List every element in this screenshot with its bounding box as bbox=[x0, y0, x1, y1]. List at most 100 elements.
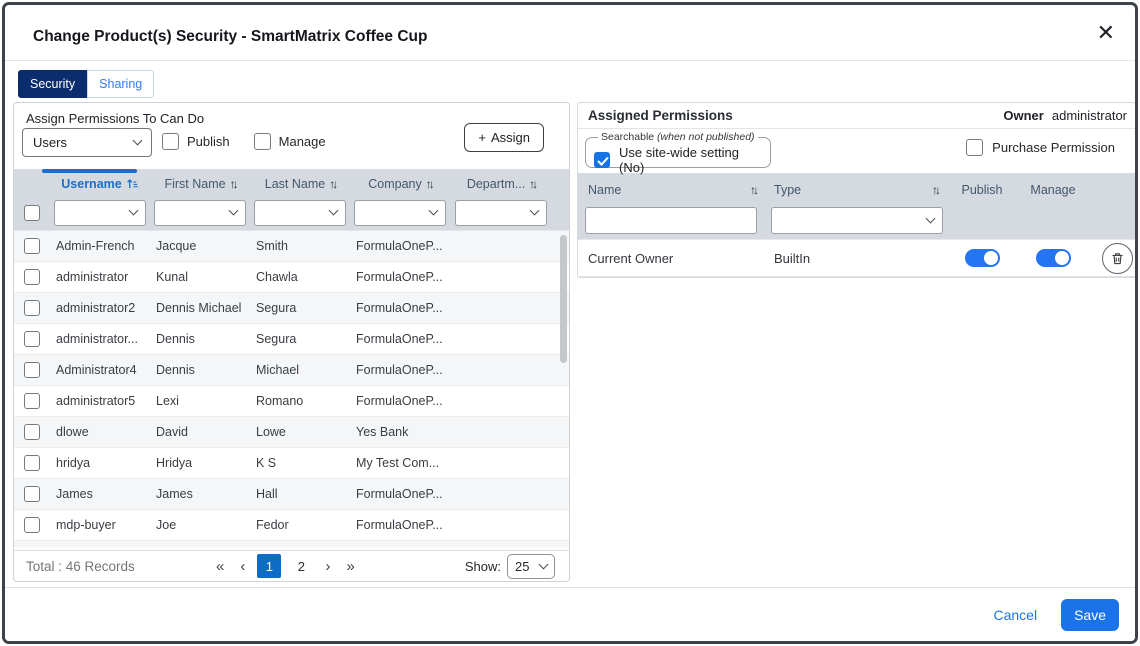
save-button[interactable]: Save bbox=[1061, 599, 1119, 631]
table-row[interactable]: Administrator4 Dennis Michael FormulaOne… bbox=[14, 355, 569, 386]
cell-company: Yes Bank bbox=[350, 425, 450, 439]
table-row[interactable]: dlowe David Lowe Yes Bank bbox=[14, 417, 569, 448]
cell-last-name: Hall bbox=[250, 487, 350, 501]
table-row[interactable]: mdp-buyer Joe Fedor FormulaOneP... bbox=[14, 510, 569, 541]
table-row[interactable]: hridya Hridya K S My Test Com... bbox=[14, 448, 569, 479]
assign-to-select[interactable]: Users bbox=[22, 128, 152, 157]
column-header-last-name[interactable]: Last Name ↑↓ bbox=[250, 177, 350, 191]
first-page-button[interactable]: « bbox=[212, 558, 228, 575]
publish-toggle[interactable] bbox=[965, 249, 1000, 267]
publish-checkbox-label: Publish bbox=[187, 134, 230, 149]
cell-first-name: David bbox=[150, 425, 250, 439]
cell-first-name: Jacque bbox=[150, 239, 250, 253]
row-checkbox[interactable] bbox=[24, 486, 40, 502]
cell-username: administrator5 bbox=[50, 394, 150, 408]
table-row[interactable]: administrator2 Dennis Michael Segura For… bbox=[14, 293, 569, 324]
page-1-button[interactable]: 1 bbox=[257, 554, 281, 578]
chevron-down-icon bbox=[429, 206, 439, 216]
page-size-select[interactable]: 25 bbox=[507, 554, 555, 579]
assign-button-label: Assign bbox=[491, 130, 530, 145]
chevron-down-icon bbox=[539, 559, 549, 569]
table-row-clipped[interactable]: 9967567892 N... bbox=[14, 541, 569, 547]
last-page-button[interactable]: » bbox=[342, 558, 358, 575]
permissions-grid-header: Name ↑↓ Type ↑↓ Publish Manage bbox=[578, 173, 1135, 207]
name-filter-input[interactable] bbox=[585, 207, 757, 234]
cell-first-name: Dennis bbox=[150, 332, 250, 346]
column-header-company[interactable]: Company ↑↓ bbox=[350, 177, 450, 191]
company-filter-select[interactable] bbox=[354, 200, 446, 226]
row-checkbox[interactable] bbox=[24, 455, 40, 471]
cell-last-name: Chawla bbox=[250, 270, 350, 284]
column-header-name[interactable]: Name ↑↓ bbox=[578, 183, 764, 197]
department-filter-select[interactable] bbox=[455, 200, 547, 226]
row-checkbox[interactable] bbox=[24, 269, 40, 285]
cell-company: FormulaOneP... bbox=[350, 270, 450, 284]
cell-first-name: Dennis Michael bbox=[150, 301, 250, 315]
column-header-username[interactable]: Username bbox=[50, 177, 150, 191]
searchable-legend: Searchable (when not published) bbox=[598, 131, 758, 143]
row-checkbox[interactable] bbox=[24, 424, 40, 440]
page-2-button[interactable]: 2 bbox=[289, 554, 313, 578]
tab-sharing[interactable]: Sharing bbox=[87, 70, 154, 98]
modal-header: Change Product(s) Security - SmartMatrix… bbox=[5, 5, 1135, 61]
table-row[interactable]: James James Hall FormulaOneP... bbox=[14, 479, 569, 510]
close-icon[interactable]: ✕ bbox=[1097, 21, 1115, 45]
manage-checkbox-label: Manage bbox=[279, 134, 326, 149]
column-header-first-name[interactable]: First Name ↑↓ bbox=[150, 177, 250, 191]
delete-permission-button[interactable] bbox=[1102, 243, 1133, 274]
table-row[interactable]: administrator5 Lexi Romano FormulaOneP..… bbox=[14, 386, 569, 417]
purchase-permission-checkbox[interactable] bbox=[966, 139, 983, 156]
manage-toggle[interactable] bbox=[1036, 249, 1071, 267]
publish-checkbox[interactable] bbox=[162, 133, 179, 150]
cell-username: hridya bbox=[50, 456, 150, 470]
select-all-checkbox[interactable] bbox=[24, 205, 40, 221]
row-checkbox[interactable] bbox=[24, 362, 40, 378]
type-filter-select[interactable] bbox=[771, 207, 943, 234]
vertical-scrollbar-thumb[interactable] bbox=[560, 235, 567, 363]
cell-username: mdp-buyer bbox=[50, 518, 150, 532]
manage-checkbox[interactable] bbox=[254, 133, 271, 150]
next-page-button[interactable]: › bbox=[321, 558, 334, 575]
row-checkbox[interactable] bbox=[24, 393, 40, 409]
cancel-button[interactable]: Cancel bbox=[993, 607, 1037, 623]
column-header-type[interactable]: Type ↑↓ bbox=[764, 183, 946, 197]
row-checkbox[interactable] bbox=[24, 331, 40, 347]
sort-icon: ↑↓ bbox=[230, 177, 236, 191]
cell-company: FormulaOneP... bbox=[350, 394, 450, 408]
cell-username: administrator... bbox=[50, 332, 150, 346]
page-size-value: 25 bbox=[515, 559, 529, 574]
username-filter-select[interactable] bbox=[54, 200, 146, 226]
cell-permission-name: Current Owner bbox=[578, 251, 764, 266]
site-wide-setting-label: Use site-wide setting (No) bbox=[619, 145, 762, 175]
pager: « ‹ 1 2 › » bbox=[212, 554, 359, 578]
show-label: Show: bbox=[465, 559, 501, 574]
chevron-down-icon bbox=[329, 206, 339, 216]
cell-username: administrator bbox=[50, 270, 150, 284]
sort-icon: ↑↓ bbox=[932, 183, 938, 197]
owner-group: Owneradministrator bbox=[1003, 108, 1127, 123]
pagination-bar: Total : 46 Records « ‹ 1 2 › » Show: 25 bbox=[14, 550, 569, 581]
total-records-label: Total : 46 Records bbox=[26, 559, 135, 574]
table-row[interactable]: administrator... Dennis Segura FormulaOn… bbox=[14, 324, 569, 355]
sort-ascending-icon bbox=[126, 177, 139, 190]
tab-security[interactable]: Security bbox=[18, 70, 87, 98]
row-checkbox[interactable] bbox=[24, 300, 40, 316]
horizontal-scrollbar[interactable] bbox=[42, 169, 597, 174]
table-row[interactable]: administrator Kunal Chawla FormulaOneP..… bbox=[14, 262, 569, 293]
prev-page-button[interactable]: ‹ bbox=[236, 558, 249, 575]
table-row[interactable]: Admin-French Jacque Smith FormulaOneP... bbox=[14, 231, 569, 262]
first-name-filter-select[interactable] bbox=[154, 200, 246, 226]
plus-icon: + bbox=[478, 130, 486, 145]
horizontal-scrollbar-thumb[interactable] bbox=[42, 169, 137, 173]
assign-button[interactable]: + Assign bbox=[464, 123, 544, 152]
row-checkbox[interactable] bbox=[24, 517, 40, 533]
last-name-filter-select[interactable] bbox=[254, 200, 346, 226]
cell-username: dlowe bbox=[50, 425, 150, 439]
modal-footer: Cancel Save bbox=[5, 587, 1135, 641]
site-wide-setting-checkbox[interactable] bbox=[594, 152, 610, 168]
column-header-department[interactable]: Departm... ↑↓ bbox=[450, 177, 552, 191]
vertical-scrollbar[interactable] bbox=[560, 231, 567, 491]
assign-controls: Assign Permissions To Users Can Do Publi… bbox=[14, 103, 569, 169]
cell-username: James bbox=[50, 487, 150, 501]
row-checkbox[interactable] bbox=[24, 238, 40, 254]
